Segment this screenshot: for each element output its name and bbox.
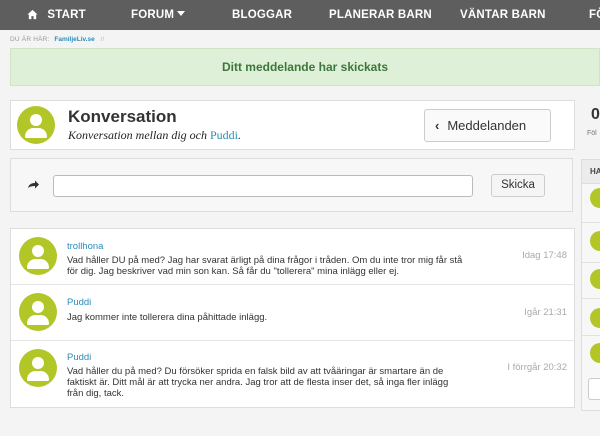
chevron-left-icon: ‹ (435, 118, 440, 133)
message-author[interactable]: trollhona (67, 241, 103, 252)
top-navigation: START FORUM BLOGGAR PLANERAR BARN VÄNTAR… (0, 0, 600, 30)
user-avatar-icon[interactable] (19, 293, 57, 331)
user-avatar-icon[interactable] (19, 237, 57, 275)
message-author[interactable]: Puddi (67, 297, 91, 308)
user-avatar-icon[interactable] (590, 231, 600, 251)
conversation-partner-link[interactable]: Puddi (210, 128, 238, 142)
caret-down-icon (177, 11, 186, 16)
reply-form: Skicka (10, 158, 573, 212)
subtitle-prefix: Konversation mellan dig och (68, 128, 210, 142)
user-avatar-icon[interactable] (590, 308, 600, 328)
message-text: Jag kommer inte tollerera dina påhittade… (67, 312, 268, 323)
breadcrumb-separator: // (100, 36, 105, 43)
nav-start[interactable]: START (27, 0, 86, 30)
home-icon (27, 9, 38, 20)
page-title: Konversation (68, 107, 177, 126)
send-button[interactable]: Skicka (491, 174, 545, 197)
user-avatar-icon (17, 106, 55, 144)
right-side-panel: HA (581, 159, 600, 411)
right-panel-button[interactable] (588, 378, 600, 400)
breadcrumb-link-familjeliv[interactable]: FamiljeLiv.se (54, 36, 94, 43)
breadcrumb: DU ÄR HÄR: FamiljeLiv.se // (10, 36, 104, 43)
reply-input[interactable] (53, 175, 473, 197)
nav-fo[interactable]: FÖ (589, 0, 600, 30)
conversation-header: Konversation Konversation mellan dig och… (10, 100, 575, 150)
nav-forum-label: FORUM (131, 9, 175, 21)
reply-arrow-icon (28, 180, 39, 189)
user-avatar-icon[interactable] (19, 349, 57, 387)
nav-planerar-barn[interactable]: PLANERAR BARN (329, 0, 432, 30)
messages-button-label: Meddelanden (447, 118, 527, 133)
nav-vantar-label: VÄNTAR BARN (460, 9, 546, 21)
subtitle-suffix: . (238, 128, 241, 142)
follower-count: 0 (591, 106, 600, 123)
message-text: Vad håller du på med? Du försöker sprida… (67, 366, 449, 399)
message-time: I förrgår 20:32 (507, 362, 567, 373)
right-panel-header: HA (582, 160, 600, 184)
breadcrumb-label: DU ÄR HÄR: (10, 36, 50, 43)
success-message: Ditt meddelande har skickats (221, 60, 389, 74)
conversation-subtitle: Konversation mellan dig och Puddi. (68, 128, 241, 143)
nav-start-label: START (47, 9, 86, 21)
message-author[interactable]: Puddi (67, 352, 91, 363)
message-time: Idag 17:48 (522, 250, 567, 261)
nav-forum[interactable]: FORUM (131, 0, 186, 30)
user-avatar-icon[interactable] (590, 269, 600, 289)
nav-bloggar[interactable]: BLOGGAR (232, 0, 292, 30)
nav-vantar-barn[interactable]: VÄNTAR BARN (460, 0, 546, 30)
message-list: trollhona Vad håller DU på med? Jag har … (10, 228, 575, 408)
user-avatar-icon[interactable] (590, 188, 600, 208)
nav-bloggar-label: BLOGGAR (232, 9, 293, 21)
nav-fo-label: FÖ (589, 9, 600, 21)
message-time: Igår 21:31 (524, 307, 567, 318)
message-text: Vad håller DU på med? Jag har svarat ärl… (67, 255, 463, 277)
nav-planerar-label: PLANERAR BARN (329, 9, 432, 21)
messages-back-button[interactable]: ‹ Meddelanden (424, 109, 551, 142)
follower-label: Föl (587, 130, 597, 137)
user-avatar-icon[interactable] (590, 343, 600, 363)
success-banner: Ditt meddelande har skickats (10, 48, 600, 86)
